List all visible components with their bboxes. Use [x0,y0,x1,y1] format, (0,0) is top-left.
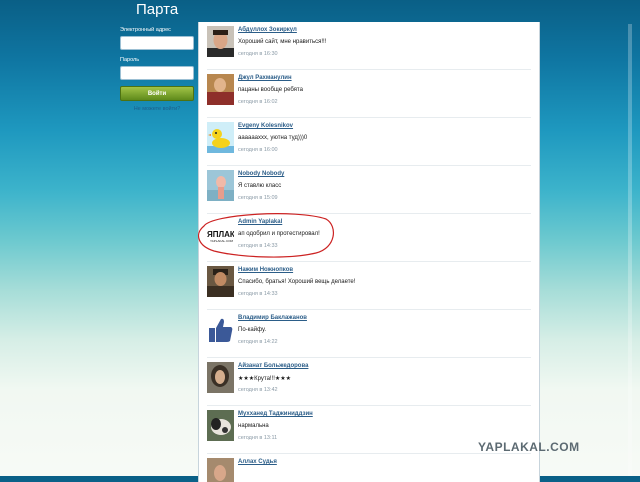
avatar[interactable] [207,170,234,201]
list-item: Аллах Судья [199,454,539,482]
old-man-photo-icon [207,266,234,297]
woman-photo-icon [207,362,234,393]
user-name-link[interactable]: Владимир Баклажанов [238,315,307,321]
user-name-link[interactable]: Аллах Судья [238,459,277,465]
comment-text: ааааааххх, уютна туд)))0 [238,135,308,141]
user-name-link[interactable]: Джул Рахманулин [238,75,292,81]
list-item: Evgeny Kolesnikov ааааааххх, уютна туд))… [199,118,539,166]
animal-photo-icon [207,410,234,441]
user-name-link[interactable]: Nobody Nobody [238,171,284,177]
comment-time: сегодня в 14:22 [238,339,278,345]
list-item: Владимир Баклажанов По-кайфу. сегодня в … [199,310,539,358]
avatar[interactable] [207,26,234,57]
comment-text: нармальна [238,423,269,429]
comment-text: ★★★Крута!!!★★★ [238,376,292,382]
user-name-link[interactable]: Admin Yaplakal [238,219,282,225]
scrollbar[interactable] [628,24,632,476]
password-field[interactable] [120,66,194,80]
comment-time: сегодня в 13:11 [238,435,278,441]
user-name-link[interactable]: Айзанат Больжедорова [238,363,308,369]
list-item: Айзанат Больжедорова ★★★Крута!!!★★★ сего… [199,358,539,406]
comment-text: Хороший сайт, мне нравиться!!! [238,39,327,45]
comment-time: сегодня в 14:33 [238,243,278,249]
avatar[interactable] [207,122,234,153]
man-portrait-photo-icon [207,26,234,57]
comment-time: сегодня в 16:30 [238,51,278,57]
person-photo-icon [207,458,234,482]
figure-photo-icon [207,170,234,201]
forgot-password-link[interactable]: Не можете войти? [120,106,194,112]
comment-time: сегодня в 15:09 [238,195,278,201]
comment-text: Спасибо, братья! Хороший вещь делаете! [238,279,356,285]
email-field[interactable] [120,36,194,50]
list-item: Джул Рахманулин пацаны вообще ребята сег… [199,70,539,118]
avatar[interactable] [207,74,234,105]
svg-text:YAPLAKAL.COM: YAPLAKAL.COM [210,239,233,243]
yellow-duck-picture-icon [207,122,234,153]
comment-time: сегодня в 14:33 [238,291,278,297]
comment-time: сегодня в 13:42 [238,387,278,393]
comment-text: Я ставлю класс [238,183,282,189]
avatar[interactable] [207,458,234,482]
user-name-link[interactable]: Абдуллох Зокиркул [238,27,297,33]
email-label: Электронный адрес [120,27,171,33]
comment-text: пацаны вообще ребята [238,87,303,93]
login-form: Электронный адрес Пароль Войти Не можете… [120,26,194,112]
list-item: Абдуллох Зокиркул Хороший сайт, мне нрав… [199,22,539,70]
user-name-link[interactable]: Мухханед Таджиниддзин [238,411,313,417]
list-item: Нажим Ножнопков Спасибо, братья! Хороший… [199,262,539,310]
avatar[interactable] [207,266,234,297]
avatar[interactable] [207,314,234,345]
list-item: Nobody Nobody Я ставлю класс сегодня в 1… [199,166,539,214]
site-watermark: YAPLAKAL.COM [478,440,580,454]
person-photo-icon [207,74,234,105]
comment-time: сегодня в 16:02 [238,99,278,105]
list-item: ЯПЛАКАЛ YAPLAKAL.COM Admin Yaplakal ап о… [199,214,539,262]
avatar[interactable] [207,410,234,441]
svg-text:ЯПЛАКАЛ: ЯПЛАКАЛ [207,230,234,239]
user-name-link[interactable]: Нажим Ножнопков [238,267,293,273]
thumbs-up-picture-icon [207,314,234,345]
avatar[interactable]: ЯПЛАКАЛ YAPLAKAL.COM [207,218,234,249]
page-title: Парта [136,1,179,18]
comments-feed: Абдуллох Зокиркул Хороший сайт, мне нрав… [198,22,540,482]
password-label: Пароль [120,57,140,63]
comment-text: ап одобрил и протестировал! [238,231,320,237]
user-name-link[interactable]: Evgeny Kolesnikov [238,123,293,129]
yaplakal-logo-icon: ЯПЛАКАЛ YAPLAKAL.COM [207,218,234,249]
login-button[interactable]: Войти [120,86,194,101]
comment-text: По-кайфу. [238,327,267,333]
avatar[interactable] [207,362,234,393]
comment-time: сегодня в 16:00 [238,147,278,153]
